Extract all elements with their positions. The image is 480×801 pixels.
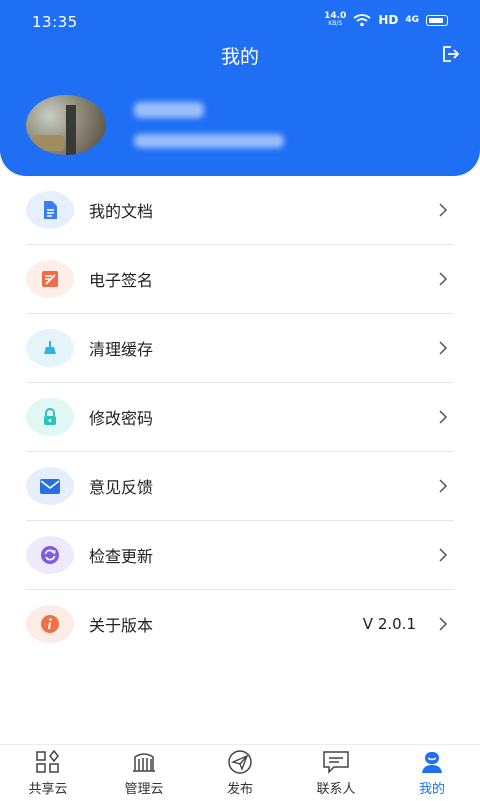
menu-item-label: 电子签名 bbox=[89, 271, 154, 290]
tab-label: 发布 bbox=[226, 782, 253, 797]
mail-icon bbox=[26, 467, 74, 505]
menu-item-label: 修改密码 bbox=[89, 409, 154, 428]
share-cloud-icon bbox=[36, 749, 59, 773]
wifi-icon bbox=[353, 13, 371, 26]
manage-cloud-icon bbox=[133, 753, 155, 772]
profile-header: 13:35 14.0 KB/S HD 4G 我的 bbox=[0, 0, 480, 176]
chevron-right-icon bbox=[439, 341, 448, 355]
page-title: 我的 bbox=[220, 46, 259, 68]
chevron-right-icon bbox=[439, 548, 448, 562]
chevron-right-icon bbox=[439, 203, 448, 217]
menu-item-e-signature[interactable]: 电子签名 bbox=[26, 245, 454, 314]
info-icon bbox=[26, 605, 74, 643]
settings-menu: 我的文档 电子签名 清理缓存 修改密码 意见反馈 检查更新 关于版本 V 2.0… bbox=[26, 176, 454, 658]
tab-contacts[interactable]: 联系人 bbox=[288, 745, 384, 801]
menu-item-about-version[interactable]: 关于版本 V 2.0.1 bbox=[26, 590, 454, 658]
chevron-right-icon bbox=[439, 410, 448, 424]
menu-item-feedback[interactable]: 意见反馈 bbox=[26, 452, 454, 521]
status-time: 13:35 bbox=[32, 13, 78, 31]
tab-label: 管理云 bbox=[124, 782, 164, 797]
message-icon bbox=[323, 751, 349, 774]
hd-indicator: HD bbox=[378, 13, 399, 27]
refresh-icon bbox=[26, 536, 74, 574]
tab-mine[interactable]: 我的 bbox=[384, 745, 480, 801]
paper-plane-icon bbox=[228, 750, 252, 774]
broom-icon bbox=[26, 329, 74, 367]
chevron-right-icon bbox=[439, 479, 448, 493]
status-icons: 14.0 KB/S HD 4G bbox=[324, 12, 448, 28]
battery-icon bbox=[426, 14, 448, 26]
document-icon bbox=[26, 191, 74, 229]
lock-icon bbox=[26, 398, 74, 436]
user-subtitle-blurred bbox=[134, 134, 284, 148]
tab-label: 我的 bbox=[418, 782, 445, 797]
menu-item-change-password[interactable]: 修改密码 bbox=[26, 383, 454, 452]
chevron-right-icon bbox=[439, 617, 448, 631]
logout-icon[interactable] bbox=[440, 44, 460, 64]
bottom-tab-bar: 共享云 管理云 发布 联系人 我的 bbox=[0, 744, 480, 801]
menu-item-label: 关于版本 bbox=[89, 616, 154, 635]
menu-item-label: 检查更新 bbox=[89, 547, 154, 566]
signal-indicator: 4G bbox=[405, 15, 419, 25]
tab-label: 共享云 bbox=[28, 782, 68, 797]
network-speed: 14.0 KB/S bbox=[324, 11, 347, 28]
tab-manage-cloud[interactable]: 管理云 bbox=[96, 745, 192, 801]
chevron-right-icon bbox=[439, 272, 448, 286]
tab-publish[interactable]: 发布 bbox=[192, 745, 288, 801]
status-bar: 13:35 14.0 KB/S HD 4G bbox=[0, 0, 480, 44]
menu-item-label: 意见反馈 bbox=[89, 478, 154, 497]
signature-icon bbox=[26, 260, 74, 298]
menu-item-label: 清理缓存 bbox=[89, 340, 154, 359]
avatar[interactable] bbox=[26, 95, 106, 155]
user-name-blurred bbox=[134, 102, 204, 118]
tab-share-cloud[interactable]: 共享云 bbox=[0, 745, 96, 801]
menu-item-label: 我的文档 bbox=[89, 202, 154, 221]
tab-label: 联系人 bbox=[316, 782, 356, 797]
menu-item-check-update[interactable]: 检查更新 bbox=[26, 521, 454, 590]
version-value: V 2.0.1 bbox=[362, 615, 416, 633]
profile-icon bbox=[422, 752, 442, 773]
menu-item-clear-cache[interactable]: 清理缓存 bbox=[26, 314, 454, 383]
menu-item-my-documents[interactable]: 我的文档 bbox=[26, 176, 454, 245]
